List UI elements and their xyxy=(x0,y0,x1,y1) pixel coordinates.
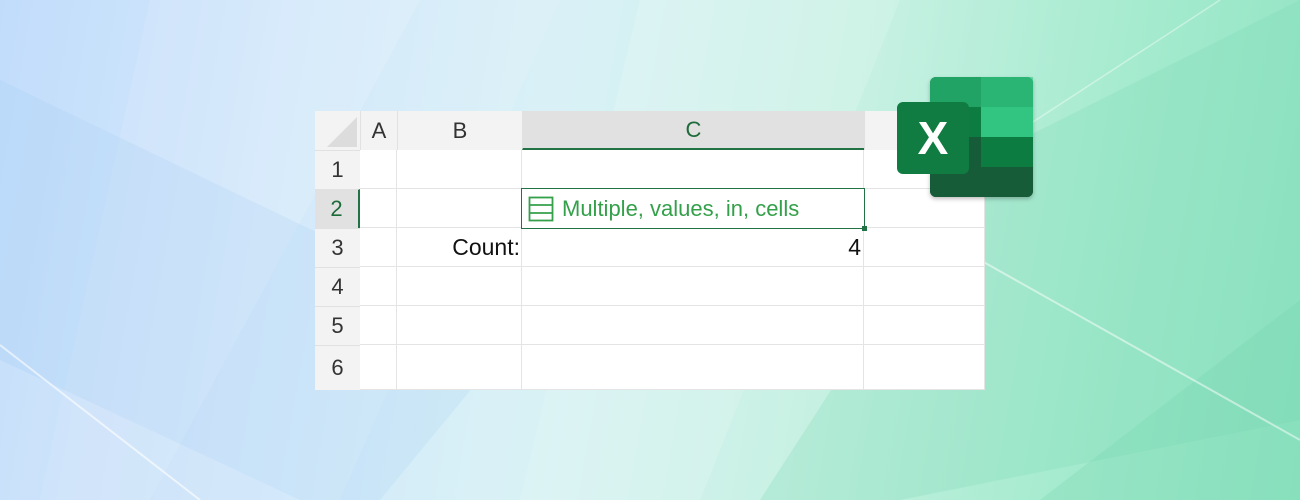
spreadsheet-grid: A B C 1 2 3 4 5 6 Count: 4 Multiple, val… xyxy=(315,111,985,390)
grid-cell[interactable] xyxy=(360,189,397,228)
row-header-3[interactable]: 3 xyxy=(315,228,360,267)
grid-cell[interactable] xyxy=(864,345,985,390)
grid-cell[interactable] xyxy=(360,228,397,267)
excel-logo-icon: X xyxy=(897,77,1033,197)
grid-cell[interactable] xyxy=(397,306,522,345)
grid-cell[interactable] xyxy=(864,306,985,345)
grid-cell[interactable] xyxy=(522,345,864,390)
grid-cell[interactable] xyxy=(397,267,522,306)
grid-cell[interactable] xyxy=(522,150,864,189)
row-header-4[interactable]: 4 xyxy=(315,267,360,306)
fill-handle[interactable] xyxy=(862,226,867,231)
grid-cell[interactable] xyxy=(360,306,397,345)
grid-cell[interactable] xyxy=(360,267,397,306)
column-header-a[interactable]: A xyxy=(360,111,397,150)
grid-cell[interactable] xyxy=(360,150,397,189)
row-header-2[interactable]: 2 xyxy=(315,189,360,228)
excel-logo-letter: X xyxy=(918,112,949,164)
select-all-corner[interactable] xyxy=(315,111,360,150)
grid-cell[interactable] xyxy=(397,345,522,390)
array-rows-icon xyxy=(528,196,554,221)
column-header-c[interactable]: C xyxy=(522,111,864,150)
grid-cell[interactable] xyxy=(864,228,985,267)
column-header-b[interactable]: B xyxy=(397,111,522,150)
active-cell-c2[interactable]: Multiple, values, in, cells xyxy=(521,188,867,231)
cell-b3-count-label[interactable]: Count: xyxy=(397,228,520,267)
row-header-5[interactable]: 5 xyxy=(315,306,360,345)
grid-cell[interactable] xyxy=(397,189,522,228)
grid-cell[interactable] xyxy=(864,267,985,306)
grid-cell[interactable] xyxy=(522,306,864,345)
grid-cell[interactable] xyxy=(522,267,864,306)
grid-cell[interactable] xyxy=(397,150,522,189)
grid-cell[interactable] xyxy=(360,345,397,390)
row-header-6[interactable]: 6 xyxy=(315,345,360,390)
row-header-1[interactable]: 1 xyxy=(315,150,360,189)
cell-c2-value: Multiple, values, in, cells xyxy=(562,195,800,221)
cell-c3-count-value[interactable]: 4 xyxy=(522,228,861,267)
